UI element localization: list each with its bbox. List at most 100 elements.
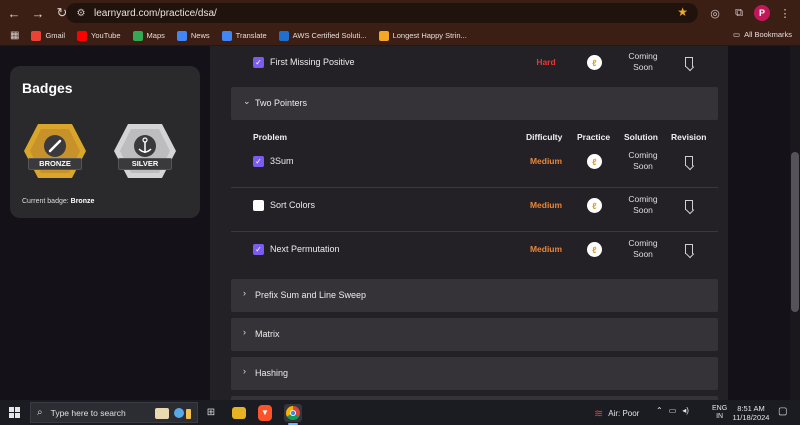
- solution-status: Coming Soon: [628, 194, 658, 215]
- bookmark-aws[interactable]: AWS Certified Soluti...: [278, 30, 367, 41]
- bookmark-translate[interactable]: Translate: [221, 30, 267, 41]
- bronze-badge-icon: [24, 124, 86, 178]
- problem-name[interactable]: 3Sum: [270, 156, 294, 166]
- aws-icon: [278, 30, 289, 41]
- revision-bookmark-icon[interactable]: [685, 156, 693, 166]
- bronze-badge: BRONZE: [24, 122, 86, 180]
- current-badge: Current badge: Bronze: [22, 198, 95, 205]
- checkbox-unchecked[interactable]: [253, 200, 264, 211]
- table-row: ✓ First Missing Positive Hard ℓ Coming So…: [231, 46, 718, 80]
- current-badge-value: Bronze: [70, 198, 95, 205]
- chrome-icon[interactable]: [284, 403, 302, 425]
- section-matrix[interactable]: › Matrix: [231, 318, 718, 351]
- section-title: Prefix Sum and Line Sweep: [255, 290, 367, 300]
- problem-name[interactable]: First Missing Positive: [270, 57, 355, 67]
- clock-date: 11/18/2024: [732, 413, 770, 422]
- menu-kebab-icon[interactable]: ⋮: [776, 4, 794, 22]
- checkbox-checked[interactable]: ✓: [253, 244, 264, 255]
- bookmark-news[interactable]: News: [176, 30, 210, 41]
- all-bookmarks[interactable]: ▭ All Bookmarks: [733, 30, 792, 39]
- file-explorer-icon[interactable]: [232, 406, 246, 419]
- silver-badge-label: SILVER: [118, 158, 172, 170]
- revision-bookmark-icon[interactable]: [685, 244, 693, 254]
- revision-bookmark-icon[interactable]: [685, 57, 693, 67]
- task-view-icon[interactable]: ⊞: [202, 404, 220, 422]
- section-prefix-sum[interactable]: › Prefix Sum and Line Sweep: [231, 279, 718, 312]
- forward-icon[interactable]: →: [28, 3, 48, 23]
- bookmark-gmail[interactable]: Gmail: [31, 30, 65, 41]
- battery-icon[interactable]: ▭: [669, 406, 677, 415]
- search-highlight-icon: [155, 408, 191, 419]
- problems-panel: ✓ First Missing Positive Hard ℓ Coming So…: [210, 46, 728, 400]
- language-indicator[interactable]: ENG IN: [712, 405, 727, 421]
- revision-bookmark-icon[interactable]: [685, 200, 693, 210]
- brave-browser-icon[interactable]: ▼: [258, 404, 272, 421]
- leetcode-practice-icon[interactable]: ℓ: [587, 198, 602, 213]
- solution-status: Coming Soon: [628, 150, 658, 171]
- header-revision: Revision: [671, 132, 707, 142]
- bookmark-longest-happy[interactable]: Longest Happy Strin...: [378, 30, 467, 41]
- header-difficulty: Difficulty: [526, 132, 563, 142]
- leetcode-practice-icon[interactable]: ℓ: [587, 55, 602, 70]
- bookmark-star-icon[interactable]: ★: [677, 5, 688, 19]
- youtube-icon: [77, 30, 88, 41]
- table-row: ✓ 3Sum Medium ℓ Coming Soon: [231, 144, 718, 188]
- header-solution: Solution: [624, 132, 658, 142]
- clock-time: 8:51 AM: [737, 404, 765, 413]
- gmail-icon: [31, 30, 42, 41]
- problem-name[interactable]: Next Permutation: [270, 244, 340, 254]
- folder-icon: ▭: [732, 30, 741, 39]
- volume-icon[interactable]: ◂): [682, 406, 689, 415]
- taskbar-search[interactable]: ⌕ Type here to search: [30, 402, 198, 423]
- url-text[interactable]: learnyard.com/practice/dsa/: [94, 8, 217, 19]
- section-two-pointers[interactable]: ⌄ Two Pointers: [231, 87, 718, 120]
- section-hashing[interactable]: › Hashing: [231, 357, 718, 390]
- weather-widget[interactable]: ≋ Air: Poor: [594, 407, 639, 420]
- table-row: ✓ Next Permutation Medium ℓ Coming Soon: [231, 232, 718, 276]
- leetcode-practice-icon[interactable]: ℓ: [587, 154, 602, 169]
- clock[interactable]: 8:51 AM 11/18/2024: [732, 404, 770, 422]
- start-button[interactable]: [0, 400, 28, 425]
- notification-icon[interactable]: ▢: [778, 406, 787, 417]
- two-pointer-rows: ✓ 3Sum Medium ℓ Coming Soon Sort Colors M…: [231, 144, 718, 276]
- back-icon[interactable]: ←: [4, 3, 24, 23]
- silver-badge: SILVER: [114, 122, 176, 180]
- site-info-icon[interactable]: ⚙: [74, 6, 88, 20]
- windows-logo-icon: [8, 407, 20, 418]
- toolbar-actions: ◎ ⧉ P ⋮: [706, 0, 800, 26]
- bookmark-youtube[interactable]: YouTube: [77, 30, 121, 41]
- badge-row: BRONZE SILVER: [24, 122, 176, 180]
- chevron-right-icon: ›: [243, 288, 246, 298]
- taskbar: ⌕ Type here to search ⊞ ▼ ≋ Air: Poor ⌃ …: [0, 400, 800, 425]
- page-scrollbar[interactable]: [790, 46, 800, 400]
- translate-icon: [221, 30, 232, 41]
- leetcode-practice-icon[interactable]: ℓ: [587, 242, 602, 257]
- chevron-right-icon: ›: [243, 327, 246, 337]
- section-title: Two Pointers: [255, 98, 308, 108]
- chrome-logo: [286, 405, 300, 420]
- bronze-badge-label: BRONZE: [28, 158, 82, 170]
- weather-text: Air: Poor: [608, 409, 640, 418]
- table-row: Sort Colors Medium ℓ Coming Soon: [231, 188, 718, 232]
- chevron-up-icon[interactable]: ⌃: [656, 406, 663, 415]
- scrollbar-thumb[interactable]: [791, 152, 799, 312]
- search-placeholder: Type here to search: [50, 407, 126, 418]
- problem-name[interactable]: Sort Colors: [270, 200, 315, 210]
- checkbox-checked[interactable]: ✓: [253, 156, 264, 167]
- bookmark-maps[interactable]: Maps: [132, 30, 165, 41]
- checkbox-checked[interactable]: ✓: [253, 57, 264, 68]
- extensions-puzzle-icon[interactable]: ⧉: [730, 4, 748, 22]
- bookmarks-bar: ▦ Gmail YouTube Maps News Translate AWS …: [0, 26, 800, 46]
- profile-avatar[interactable]: P: [754, 5, 770, 21]
- news-icon: [176, 30, 187, 41]
- address-bar[interactable]: ⚙ learnyard.com/practice/dsa/ ★: [66, 3, 698, 23]
- extension-circle-icon[interactable]: ◎: [706, 4, 724, 22]
- apps-grid-icon[interactable]: ▦: [10, 30, 19, 41]
- browser-toolbar: ← → ↻ ⚙ learnyard.com/practice/dsa/ ★ ◎ …: [0, 0, 800, 26]
- system-tray: ⌃ ▭ ◂): [656, 406, 689, 415]
- difficulty-label: Medium: [529, 244, 563, 254]
- difficulty-label: Medium: [529, 200, 563, 210]
- header-practice: Practice: [577, 132, 611, 142]
- search-icon: ⌕: [37, 407, 43, 418]
- top-rows: ✓ First Missing Positive Hard ℓ Coming So…: [231, 46, 718, 80]
